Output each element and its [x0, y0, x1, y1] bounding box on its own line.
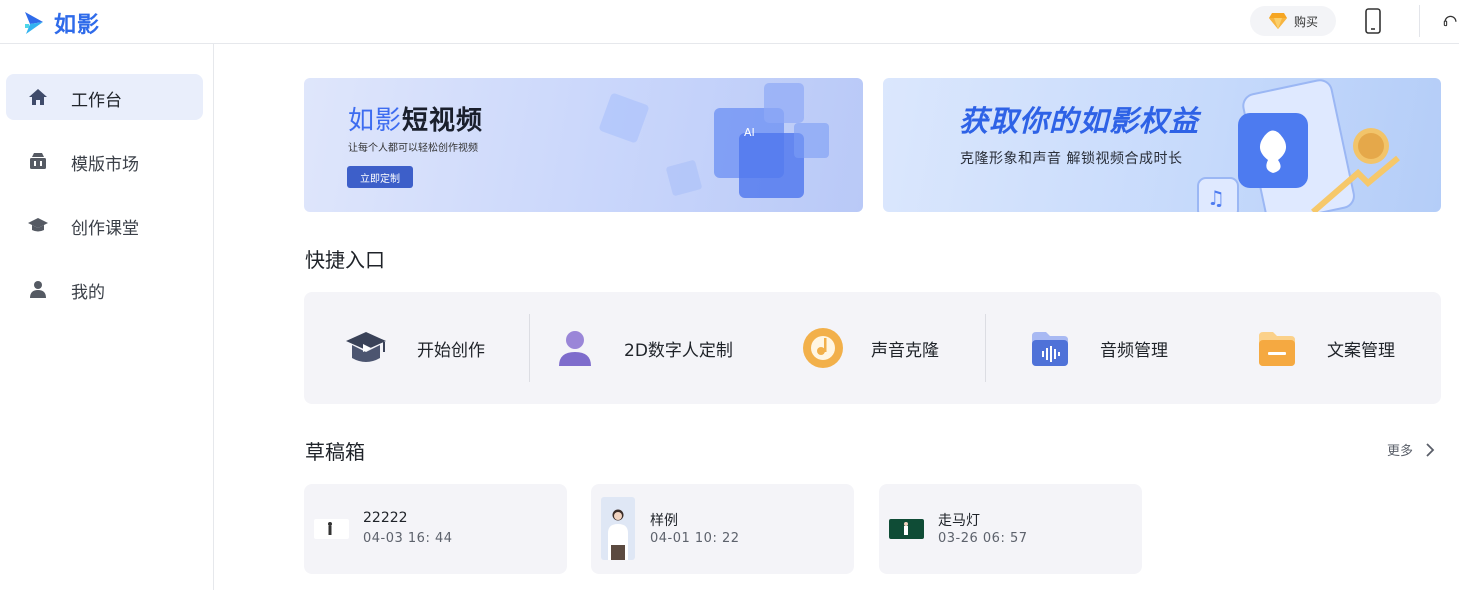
svg-text:♫: ♫	[1207, 186, 1225, 210]
audio-folder-icon	[1032, 332, 1068, 366]
quick-item-voice-clone[interactable]: 声音克隆	[801, 312, 939, 384]
banner-subtitle: 克隆形象和声音 解锁视频合成时长	[960, 151, 1183, 167]
banner-subtitle: 让每个人都可以轻松创作视频	[348, 143, 478, 154]
quick-item-label: 文案管理	[1327, 340, 1395, 361]
store-icon	[30, 153, 46, 169]
topbar-divider	[1419, 5, 1420, 37]
draft-time: 04-01 10: 22	[650, 531, 740, 546]
diamond-icon	[1268, 13, 1287, 29]
app-name: 如影	[54, 13, 101, 38]
ai-label: AI	[744, 126, 755, 139]
digital-human-icon	[559, 331, 591, 366]
draft-thumbnail	[314, 519, 349, 539]
draft-card[interactable]: 样例 04-01 10: 22	[591, 484, 854, 574]
graduation-cap-icon	[28, 218, 48, 232]
text-folder-icon	[1259, 332, 1295, 366]
buy-label: 购买	[1293, 14, 1318, 29]
quick-entry-title: 快捷入口	[305, 248, 385, 272]
buy-button[interactable]: 购买	[1250, 6, 1336, 36]
quick-divider	[529, 314, 530, 382]
sidebar-item-label: 我的	[71, 283, 105, 303]
customer-service-icon[interactable]	[1442, 10, 1459, 32]
more-link[interactable]: 更多	[1387, 440, 1435, 459]
quick-divider	[985, 314, 986, 382]
mobile-icon[interactable]	[1362, 8, 1384, 34]
app-logo[interactable]: 如影	[22, 7, 100, 39]
sidebar-item-course[interactable]: 创作课堂	[6, 202, 203, 248]
quick-item-label: 开始创作	[417, 340, 485, 361]
chevron-right-icon	[1426, 442, 1435, 457]
short-video-banner[interactable]: AI 如影短视频 让每个人都可以轻松创作视频 立即定制	[304, 78, 863, 212]
quick-item-label: 声音克隆	[871, 340, 939, 361]
sidebar-item-template-market[interactable]: 模版市场	[6, 138, 203, 184]
play-graduation-icon	[346, 332, 386, 362]
quick-item-label: 音频管理	[1100, 340, 1168, 361]
draft-name: 样例	[650, 513, 678, 529]
draft-time: 03-26 06: 57	[938, 531, 1028, 546]
sidebar-item-label: 创作课堂	[71, 219, 139, 239]
top-bar: 如影 购买	[0, 0, 1459, 44]
more-label: 更多	[1387, 444, 1414, 459]
quick-item-label: 2D数字人定制	[624, 340, 733, 361]
logo-icon	[25, 12, 43, 34]
banner-title: 如影短视频	[348, 100, 483, 137]
quick-item-start-creating[interactable]: 开始创作	[344, 312, 485, 384]
sidebar-item-workbench[interactable]: 工作台	[6, 74, 203, 120]
draft-thumbnail	[601, 497, 635, 560]
quick-item-copy-management[interactable]: 文案管理	[1255, 312, 1395, 384]
drafts-title: 草稿箱	[305, 440, 365, 464]
banner-title-suffix: 短视频	[402, 106, 484, 136]
draft-name: 22222	[363, 510, 408, 526]
draft-thumbnail	[889, 519, 924, 539]
cubes-illustration: AI	[599, 83, 829, 198]
sidebar-item-mine[interactable]: 我的	[6, 266, 203, 312]
benefits-banner[interactable]: ♫ 获取你的如影权益 克隆形象和声音 解锁视频合成时长	[883, 78, 1441, 212]
benefits-illustration: ♫	[1197, 79, 1400, 212]
draft-card[interactable]: 走马灯 03-26 06: 57	[879, 484, 1142, 574]
user-icon	[30, 281, 46, 298]
sidebar: 工作台 模版市场 创作课堂 我的	[0, 44, 214, 590]
sidebar-item-label: 工作台	[71, 91, 122, 111]
music-note-icon	[803, 328, 843, 368]
home-icon	[29, 89, 47, 105]
banner-title: 获取你的如影权益	[959, 104, 1200, 138]
draft-card[interactable]: 22222 04-03 16: 44	[304, 484, 567, 574]
customize-now-button[interactable]: 立即定制	[347, 166, 413, 188]
banner-title-prefix: 如影	[348, 106, 403, 136]
quick-item-audio-management[interactable]: 音频管理	[1028, 312, 1168, 384]
quick-entry-panel: 开始创作 2D数字人定制 声音克隆 音频管理 文案管理	[304, 292, 1441, 404]
draft-time: 04-03 16: 44	[363, 531, 453, 546]
sidebar-item-label: 模版市场	[71, 155, 139, 175]
quick-item-digital-human[interactable]: 2D数字人定制	[553, 312, 733, 384]
draft-name: 走马灯	[938, 513, 980, 529]
